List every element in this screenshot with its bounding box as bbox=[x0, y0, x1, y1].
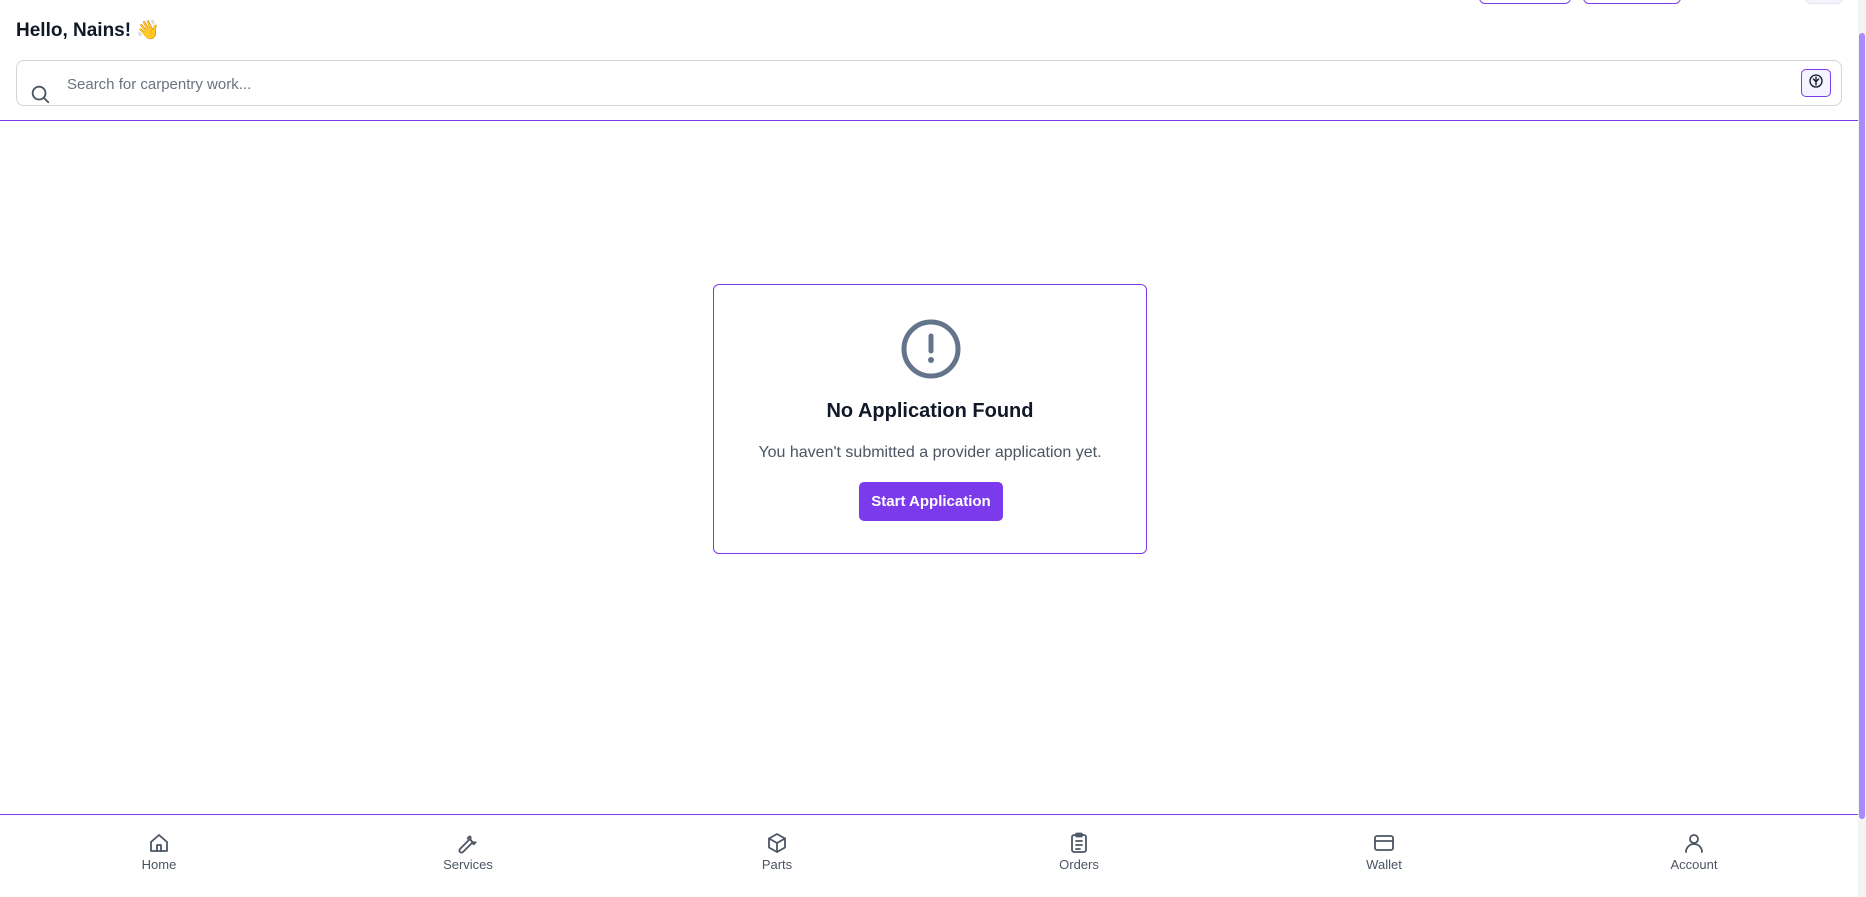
package-icon bbox=[768, 833, 786, 853]
top-action-button[interactable] bbox=[1583, 0, 1681, 4]
nav-label: Wallet bbox=[1366, 857, 1402, 872]
credit-card-icon bbox=[1374, 835, 1394, 851]
wrench-icon bbox=[458, 835, 477, 854]
user-icon bbox=[1685, 834, 1703, 853]
filter-button[interactable] bbox=[1801, 69, 1831, 97]
top-action-button[interactable] bbox=[1479, 0, 1571, 4]
scrollbar-thumb[interactable] bbox=[1859, 33, 1865, 819]
bottom-navigation: Home Services Parts Orders Wallet Accoun… bbox=[0, 814, 1858, 897]
nav-label: Home bbox=[141, 857, 177, 872]
empty-state-card: No Application Found You haven't submitt… bbox=[713, 284, 1147, 554]
page-scrollbar[interactable] bbox=[1858, 0, 1866, 897]
nav-label: Services bbox=[443, 857, 493, 872]
home-icon bbox=[150, 834, 168, 852]
start-application-button[interactable]: Start Application bbox=[859, 482, 1003, 521]
nav-item-orders[interactable]: Orders bbox=[1024, 831, 1134, 872]
nav-item-account[interactable]: Account bbox=[1639, 831, 1749, 872]
nav-item-wallet[interactable]: Wallet bbox=[1329, 831, 1439, 872]
nav-label: Parts bbox=[761, 857, 793, 872]
nav-item-parts[interactable]: Parts bbox=[722, 831, 832, 872]
greeting-heading: Hello, Nains! 👋 bbox=[16, 20, 161, 41]
nav-label: Account bbox=[1670, 857, 1718, 872]
empty-state-title: No Application Found bbox=[826, 400, 1034, 422]
top-icon-button[interactable] bbox=[1805, 0, 1843, 4]
empty-state-description: You haven't submitted a provider applica… bbox=[758, 444, 1102, 461]
nav-item-home[interactable]: Home bbox=[104, 831, 214, 872]
search-input[interactable] bbox=[65, 70, 1769, 98]
nav-item-services[interactable]: Services bbox=[413, 831, 523, 872]
app-page: Hello, Nains! 👋 Search for carpentry wor… bbox=[0, 0, 1866, 897]
clipboard-list-icon bbox=[1071, 832, 1087, 853]
header-divider bbox=[0, 120, 1858, 121]
filter-icon bbox=[1808, 73, 1824, 94]
nav-label: Orders bbox=[1059, 857, 1099, 872]
search-bar bbox=[16, 60, 1842, 106]
alert-circle-icon bbox=[901, 319, 961, 379]
search-icon bbox=[29, 83, 51, 105]
